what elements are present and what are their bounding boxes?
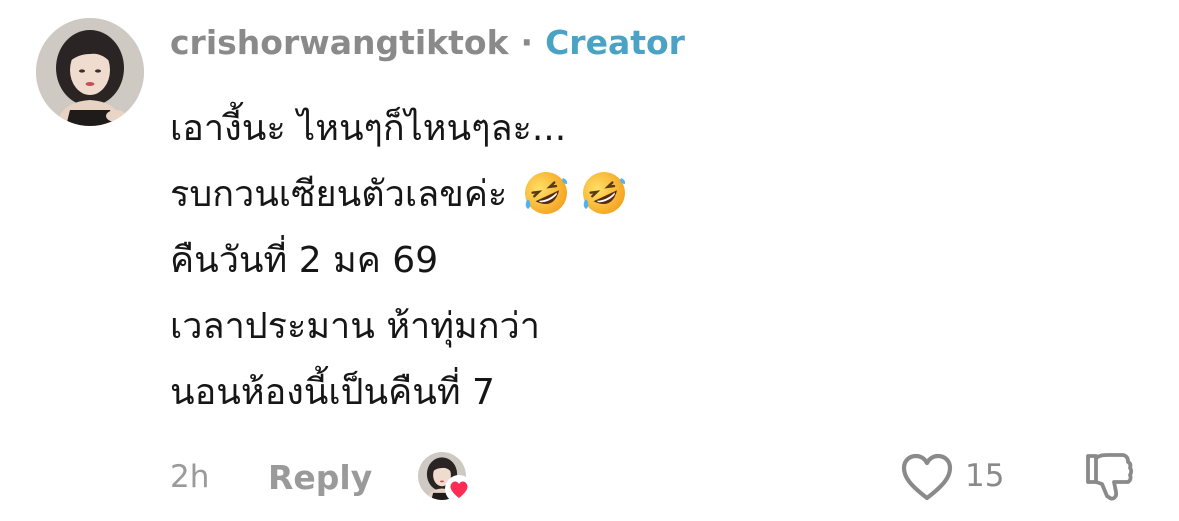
avatar[interactable] [36, 18, 144, 126]
username[interactable]: crishorwangtiktok [170, 23, 509, 62]
heart-outline-icon [901, 453, 953, 501]
comment-actions: 2h Reply [170, 448, 372, 506]
creator-liked-indicator [418, 452, 474, 508]
user-avatar-image [36, 18, 144, 126]
comment-header: crishorwangtiktok · Creator [170, 20, 685, 64]
comment-line: เอางี้นะ ไหนๆก็ไหนๆละ... [170, 94, 950, 160]
emoji-group [521, 168, 629, 218]
creator-liked-heart-icon [444, 474, 474, 504]
comment-line: รบกวนเซียนตัวเลขค่ะ [170, 160, 950, 226]
comment-line-text: รบกวนเซียนตัวเลขค่ะ [170, 173, 508, 215]
comment-item: crishorwangtiktok · Creator เอางี้นะ ไหน… [0, 0, 1179, 521]
comment-line-text: นอนห้องนี้เป็นคืนที่ 7 [170, 371, 495, 413]
comment-line-text: คืนวันที่ 2 มค 69 [170, 239, 439, 281]
like-count: 15 [965, 458, 1005, 494]
separator-dot: · [520, 22, 534, 62]
rolling-on-floor-laughing-icon [583, 172, 626, 214]
reply-button[interactable]: Reply [268, 458, 372, 497]
comment-line: นอนห้องนี้เป็นคืนที่ 7 [170, 358, 950, 424]
creator-badge: Creator [545, 22, 685, 62]
comment-line: คืนวันที่ 2 มค 69 [170, 226, 950, 292]
dislike-button[interactable] [1082, 450, 1134, 504]
comment-text: เอางี้นะ ไหนๆก็ไหนๆละ... รบกวนเซียนตัวเล… [170, 94, 950, 424]
thumbs-down-outline-icon [1086, 453, 1134, 501]
comment-line-text: เวลาประมาน ห้าทุ่มกว่า [170, 305, 540, 347]
comment-line-text: เอางี้นะ ไหนๆก็ไหนๆละ... [170, 107, 567, 149]
rolling-on-floor-laughing-icon [525, 172, 568, 214]
comment-line: เวลาประมาน ห้าทุ่มกว่า [170, 292, 950, 358]
timestamp: 2h [170, 459, 210, 495]
like-button[interactable] [900, 452, 954, 504]
